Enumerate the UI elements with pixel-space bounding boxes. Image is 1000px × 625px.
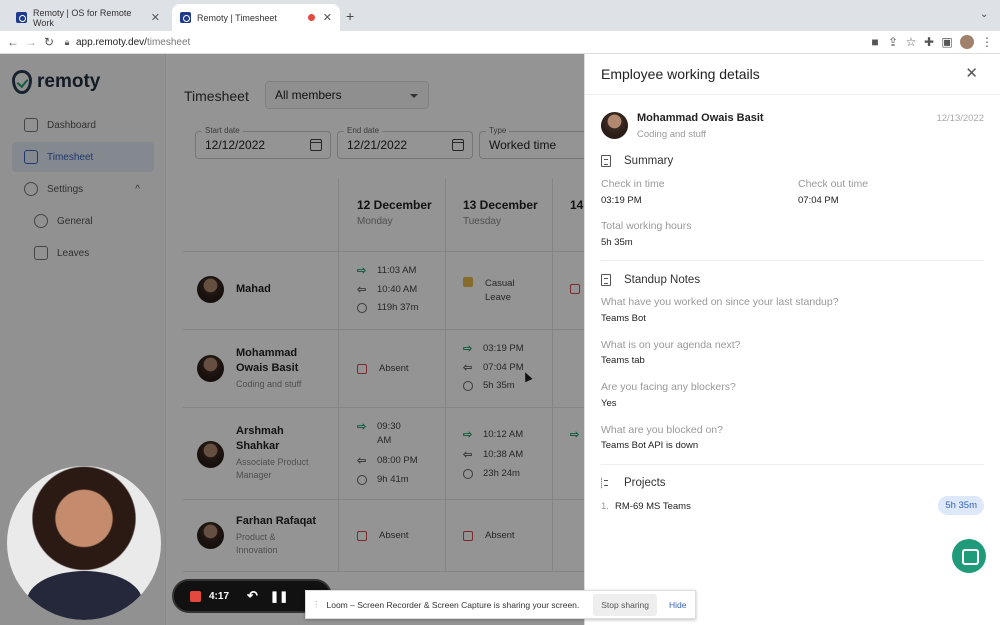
star-icon[interactable]: ☆ xyxy=(902,35,920,49)
summary-heading: Summary xyxy=(601,155,673,167)
stop-sharing-button[interactable]: Stop sharing xyxy=(593,593,657,616)
pause-icon[interactable]: ❚❚ xyxy=(270,590,288,603)
stop-recording-icon[interactable] xyxy=(190,590,201,602)
check-out-label: Check out time xyxy=(798,178,869,190)
check-out-value: 07:04 PM xyxy=(798,195,839,206)
forward-icon[interactable]: → xyxy=(22,35,40,49)
remoty-favicon-icon xyxy=(180,12,191,23)
tab-title: Remoty | Timesheet xyxy=(197,12,277,23)
tab-remoty-timesheet[interactable]: Remoty | Timesheet ✕ xyxy=(172,4,340,31)
loom-camera-bubble[interactable] xyxy=(7,466,161,620)
list-icon xyxy=(601,477,611,489)
standup-answer: Teams Bot API is down xyxy=(601,440,699,451)
chevron-down-icon[interactable]: ⌄ xyxy=(980,9,988,20)
standup-question: What is on your agenda next? xyxy=(601,339,741,351)
document-icon xyxy=(601,274,611,286)
standup-question: What are you blocked on? xyxy=(601,424,723,436)
divider xyxy=(601,464,984,465)
project-hours-badge: 5h 35m xyxy=(938,496,984,515)
screen-share-bar: ⋮ Loom – Screen Recorder & Screen Captur… xyxy=(305,590,696,619)
menu-icon[interactable]: ⋮ xyxy=(978,35,996,49)
drag-handle-icon[interactable]: ⋮ xyxy=(312,599,321,610)
detail-date: 12/13/2022 xyxy=(936,113,984,124)
close-tab-icon[interactable]: ✕ xyxy=(151,11,160,24)
total-hours-value: 5h 35m xyxy=(601,237,633,248)
standup-answer: Teams tab xyxy=(601,355,645,366)
url-host: app.remoty.dev/ xyxy=(76,36,147,48)
project-name: RM-69 MS Teams xyxy=(615,501,691,512)
chat-support-button[interactable] xyxy=(952,539,986,573)
new-tab-icon[interactable]: + xyxy=(346,8,354,24)
employee-details-panel: Employee working details ✕ Mohammad Owai… xyxy=(584,54,1000,625)
recording-timer: 4:17 xyxy=(209,590,230,602)
remoty-favicon-icon xyxy=(16,12,27,23)
url-path: timesheet xyxy=(146,36,191,48)
divider xyxy=(585,94,1000,95)
recording-dot-icon xyxy=(307,14,315,21)
side-panel-icon[interactable]: ▣ xyxy=(938,35,956,49)
standup-question: Are you facing any blockers? xyxy=(601,381,736,393)
divider xyxy=(601,260,984,261)
url-field[interactable]: app.remoty.dev/timesheet xyxy=(76,37,190,48)
tab-title: Remoty | OS for Remote Work xyxy=(33,7,132,28)
document-icon xyxy=(601,155,611,167)
tab-remoty-os[interactable]: Remoty | OS for Remote Work ✕ xyxy=(8,4,168,31)
reload-icon[interactable]: ↻ xyxy=(40,35,58,49)
browser-tab-bar: Remoty | OS for Remote Work ✕ Remoty | T… xyxy=(0,0,1000,31)
avatar xyxy=(601,112,628,139)
camera-icon[interactable]: ■ xyxy=(866,35,884,49)
section-title: Standup Notes xyxy=(624,274,701,286)
check-in-value: 03:19 PM xyxy=(601,195,642,206)
check-in-label: Check in time xyxy=(601,178,665,190)
standup-answer: Yes xyxy=(601,398,617,409)
employee-role: Coding and stuff xyxy=(637,129,707,140)
standup-question: What have you worked on since your last … xyxy=(601,296,839,308)
projects-heading: Projects xyxy=(601,477,666,489)
close-icon[interactable]: ✕ xyxy=(965,64,978,82)
undo-icon[interactable]: ↶ xyxy=(247,588,258,604)
share-message: Loom – Screen Recorder & Screen Capture … xyxy=(326,599,580,610)
section-title: Projects xyxy=(624,477,666,489)
lock-icon: 🔒︎ xyxy=(64,36,70,47)
extensions-icon[interactable]: ✚ xyxy=(920,35,938,49)
section-title: Summary xyxy=(624,155,674,167)
standup-heading: Standup Notes xyxy=(601,274,700,286)
back-icon[interactable]: ← xyxy=(4,35,22,49)
close-tab-icon[interactable]: ✕ xyxy=(323,11,332,24)
total-hours-label: Total working hours xyxy=(601,220,692,232)
standup-answer: Teams Bot xyxy=(601,313,646,324)
hide-button[interactable]: Hide xyxy=(669,600,686,610)
profile-avatar[interactable] xyxy=(960,35,974,49)
address-bar: ← → ↻ 🔒︎ app.remoty.dev/timesheet ■ ⇪ ☆ … xyxy=(0,31,1000,54)
employee-name: Mohammad Owais Basit xyxy=(637,112,764,124)
share-icon[interactable]: ⇪ xyxy=(884,35,902,49)
panel-title: Employee working details xyxy=(601,66,760,82)
project-index: 1. xyxy=(601,501,609,512)
